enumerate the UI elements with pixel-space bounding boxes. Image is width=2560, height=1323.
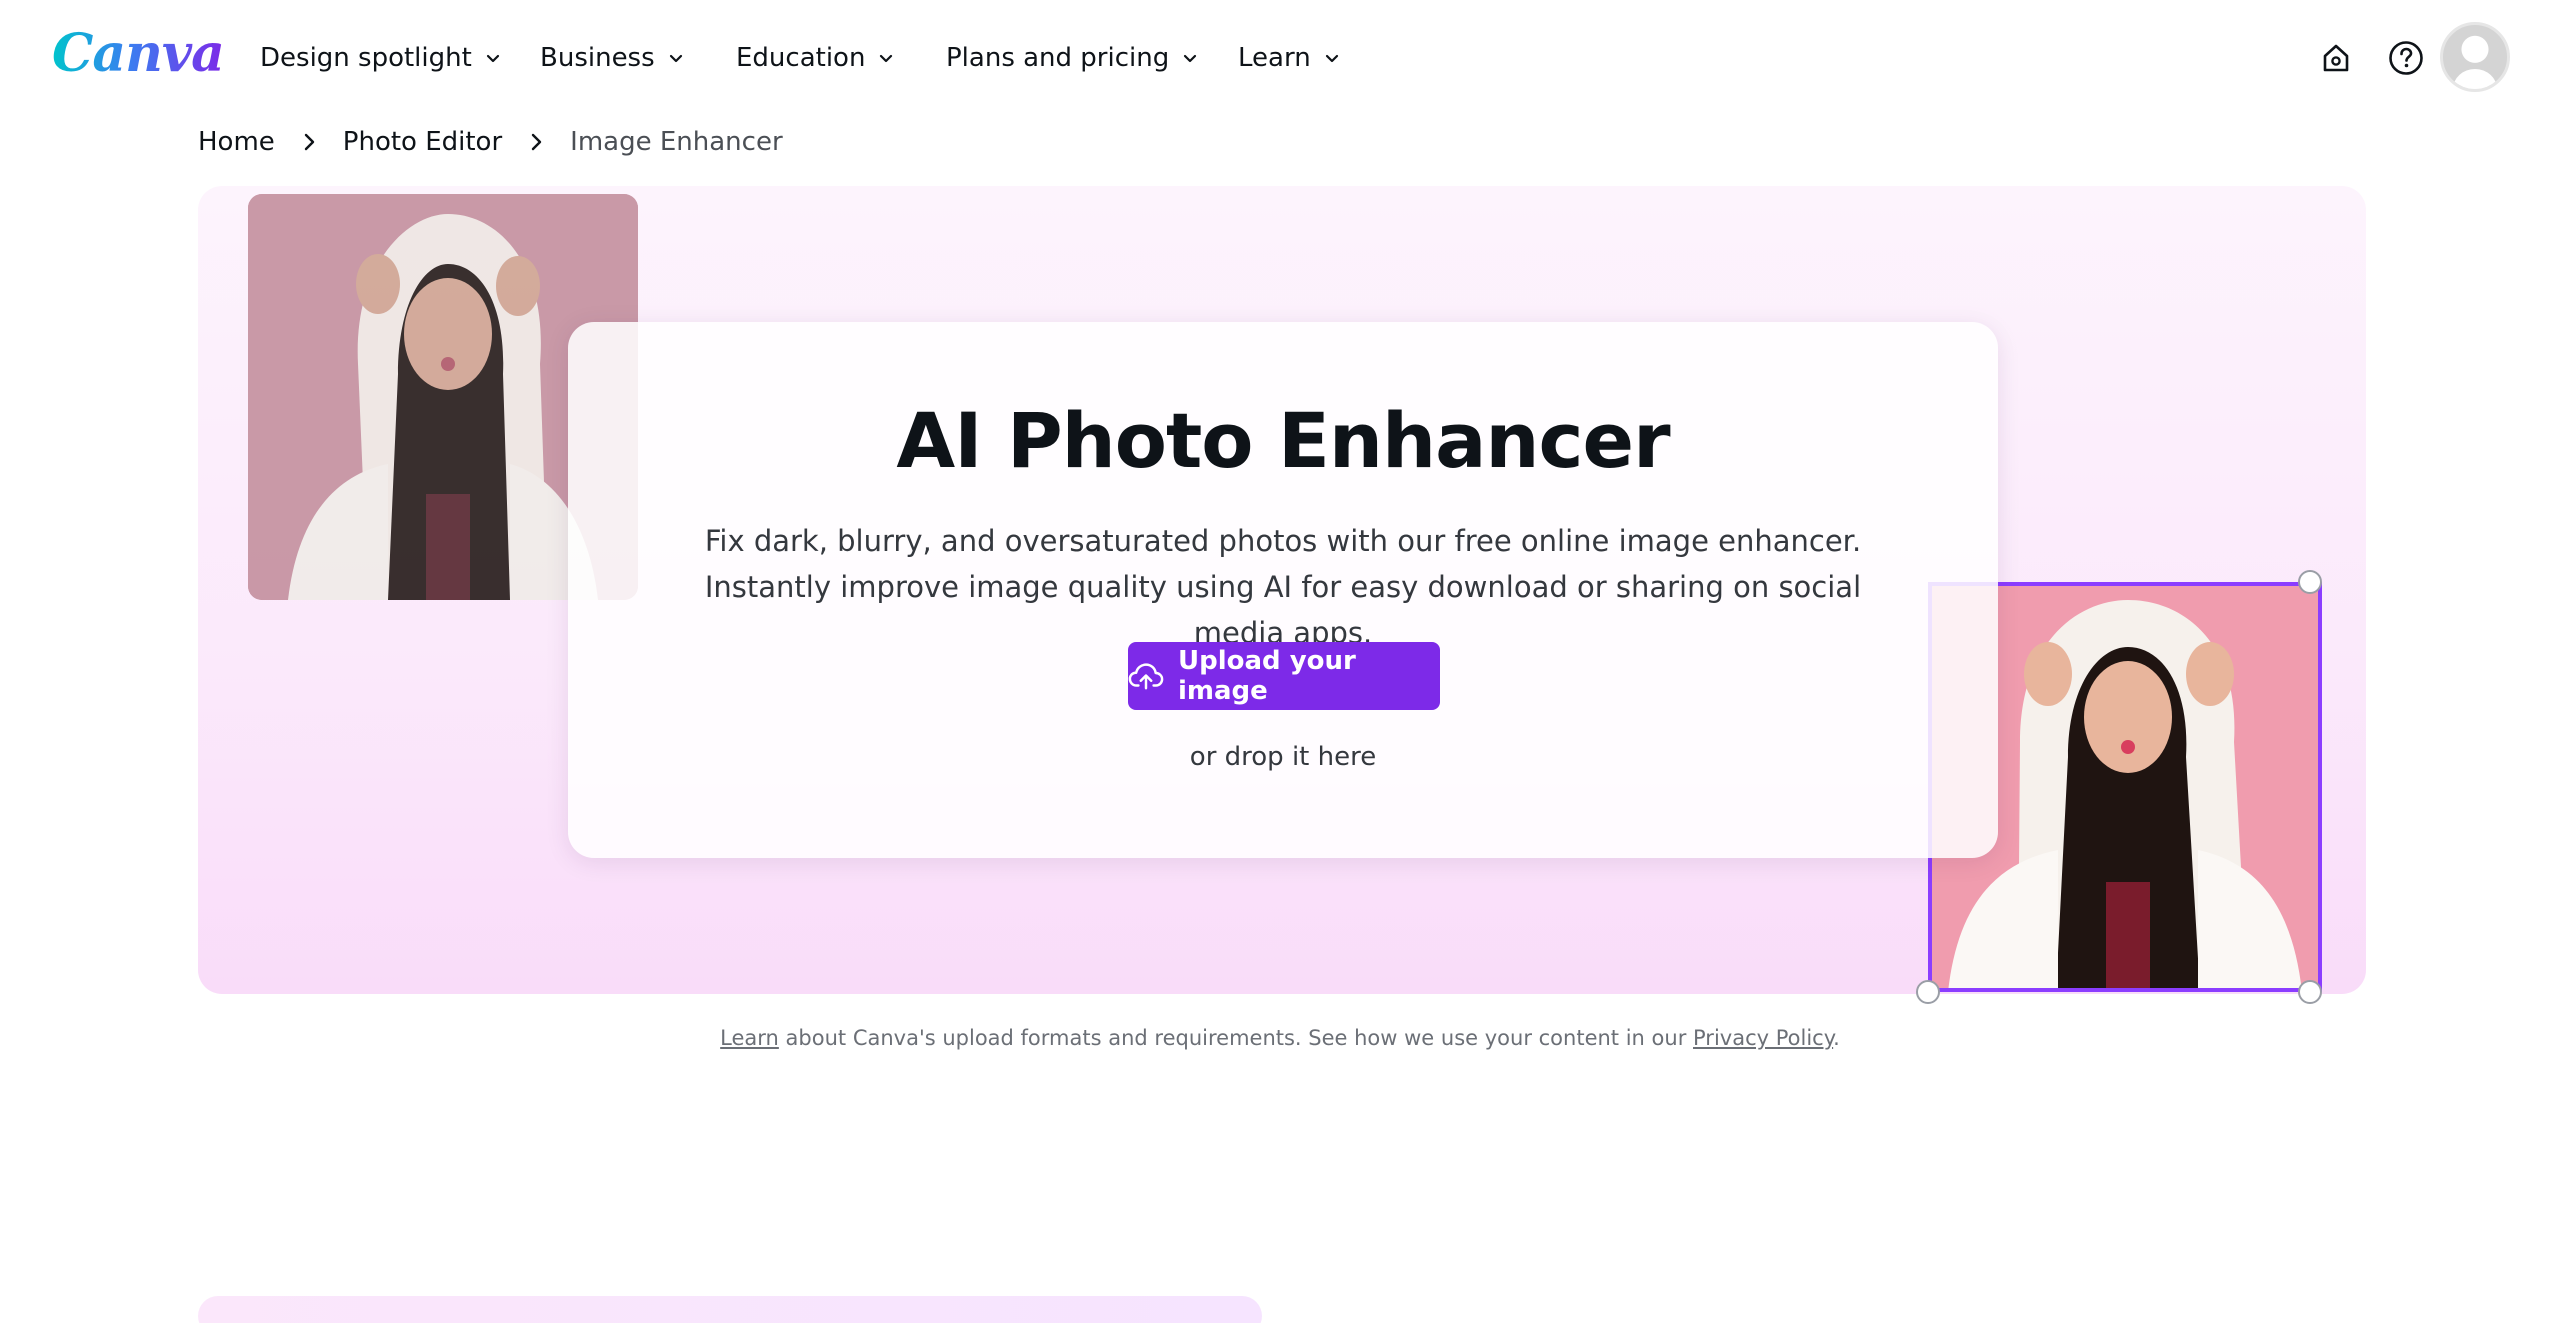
privacy-policy-link[interactable]: Privacy Policy: [1693, 1026, 1833, 1050]
avatar[interactable]: [2440, 22, 2510, 92]
footnote-period: .: [1833, 1026, 1840, 1050]
drop-zone-hint: or drop it here: [1189, 742, 1377, 772]
upload-label: Upload your image: [1177, 646, 1356, 706]
chevron-down-icon: [880, 54, 893, 63]
nav-learn[interactable]: Learn: [1238, 40, 1341, 76]
footnote-text: about Canva's upload formats and require…: [778, 1026, 1694, 1050]
resize-handle[interactable]: [2298, 570, 2322, 594]
breadcrumb: Home Photo Editor Image Enhancer: [198, 122, 783, 162]
resize-handle[interactable]: [1916, 980, 1940, 1004]
page-title: AI Photo Enhancer: [896, 396, 1670, 485]
nav-label: Business: [540, 43, 655, 73]
upload-image-button[interactable]: Upload your image: [1128, 642, 1440, 710]
nav-education[interactable]: Education: [736, 40, 895, 76]
home-icon[interactable]: [2316, 38, 2356, 78]
nav-plans-and-pricing[interactable]: Plans and pricing: [946, 40, 1199, 76]
chevron-right-icon: [531, 133, 542, 151]
chevron-down-icon: [1184, 54, 1197, 63]
canva-logo[interactable]: Canva: [52, 22, 225, 86]
upload-footnote: Learn about Canva's upload formats and r…: [0, 1026, 2560, 1050]
learn-link[interactable]: Learn: [720, 1026, 779, 1050]
nav-label: Design spotlight: [260, 43, 472, 73]
next-section-preview: [198, 1296, 1262, 1323]
chevron-down-icon: [486, 54, 499, 63]
hero-description: Fix dark, blurry, and oversaturated phot…: [704, 524, 1862, 650]
top-navigation: Canva Design spotlight Business Educatio…: [0, 0, 2560, 116]
chevron-down-icon: [1325, 54, 1338, 63]
hero-section: AI Photo Enhancer Fix dark, blurry, and …: [198, 186, 2366, 1004]
breadcrumb-image-enhancer: Image Enhancer: [570, 127, 783, 157]
nav-business[interactable]: Business: [540, 40, 685, 76]
breadcrumb-home[interactable]: Home: [198, 127, 275, 157]
nav-label: Education: [736, 43, 866, 73]
help-icon[interactable]: [2386, 38, 2426, 78]
cloud-upload-icon: [1128, 663, 1164, 690]
chevron-right-icon: [304, 133, 314, 151]
breadcrumb-photo-editor[interactable]: Photo Editor: [343, 127, 502, 157]
upload-card: AI Photo Enhancer Fix dark, blurry, and …: [568, 322, 1998, 858]
chevron-down-icon: [669, 54, 682, 63]
nav-design-spotlight[interactable]: Design spotlight: [260, 40, 502, 76]
resize-handle[interactable]: [2298, 980, 2322, 1004]
nav-label: Learn: [1238, 43, 1311, 73]
nav-label: Plans and pricing: [946, 43, 1170, 73]
